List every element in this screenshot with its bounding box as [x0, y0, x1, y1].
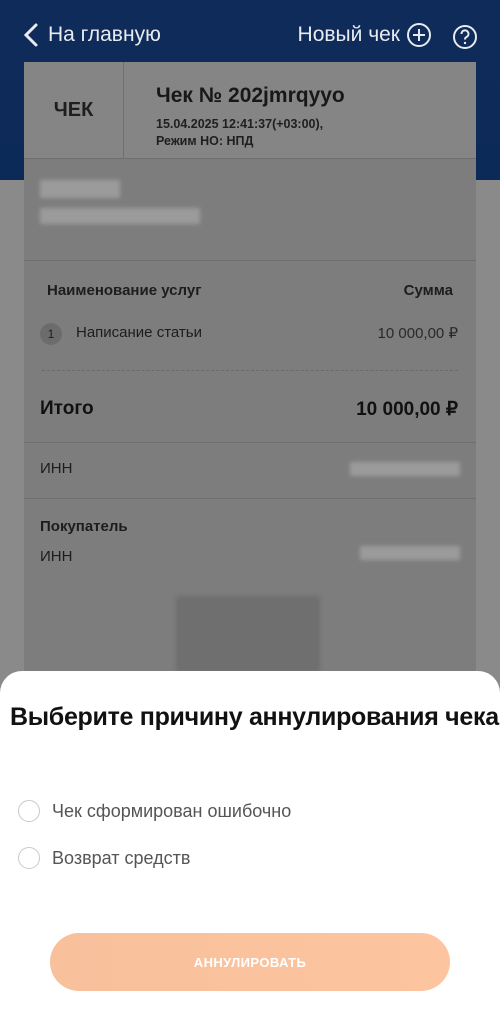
- item-name: Написание статьи: [76, 324, 202, 341]
- back-button[interactable]: На главную: [22, 22, 161, 48]
- seller-name-redacted: [40, 180, 120, 198]
- receipt-card: ЧЕК Чек № 202jmrqyyo 15.04.2025 12:41:37…: [24, 62, 476, 722]
- qr-code-redacted: [176, 596, 320, 672]
- receipt-header: ЧЕК Чек № 202jmrqyyo 15.04.2025 12:41:37…: [24, 62, 476, 159]
- seller-address-redacted: [40, 208, 200, 224]
- divider: [24, 442, 476, 443]
- item-sum: 10 000,00 ₽: [377, 325, 458, 342]
- sum-header: Сумма: [403, 282, 453, 299]
- plus-circle-icon: [406, 22, 432, 48]
- help-icon[interactable]: [452, 24, 478, 50]
- total-value: 10 000,00 ₽: [356, 399, 458, 420]
- buyer-inn-label: ИНН: [40, 548, 73, 565]
- sheet-title: Выберите причину аннулирования чека: [10, 703, 499, 731]
- receipt-tag: ЧЕК: [24, 62, 124, 158]
- services-header: Наименование услуг: [47, 282, 202, 299]
- back-label: На главную: [48, 23, 161, 46]
- buyer-label: Покупатель: [40, 518, 128, 535]
- buyer-inn-redacted: [360, 546, 460, 560]
- new-check-label: Новый чек: [297, 23, 400, 46]
- dashed-divider: [42, 370, 458, 371]
- receipt-datetime: 15.04.2025 12:41:37(+03:00),: [156, 117, 324, 131]
- chevron-left-icon: [23, 23, 38, 47]
- divider: [24, 498, 476, 499]
- cancel-check-button[interactable]: АННУЛИРОВАТЬ: [50, 933, 450, 991]
- button-label: АННУЛИРОВАТЬ: [193, 954, 307, 970]
- new-check-button[interactable]: Новый чек: [298, 22, 432, 48]
- seller-inn-redacted: [350, 462, 460, 476]
- receipt-meta: 15.04.2025 12:41:37(+03:00), Режим НО: Н…: [156, 116, 323, 150]
- receipt-number: Чек № 202jmrqyyo: [156, 84, 345, 107]
- cancel-reason-sheet: Выберите причину аннулирования чека Чек …: [0, 671, 500, 1013]
- divider: [24, 260, 476, 261]
- option-error[interactable]: Чек сформирован ошибочно: [18, 800, 291, 822]
- option-refund[interactable]: Возврат средств: [18, 847, 190, 869]
- item-number-badge: 1: [40, 323, 62, 345]
- receipt-mode: Режим НО: НПД: [156, 134, 254, 148]
- seller-inn-label: ИНН: [40, 460, 73, 477]
- option-label: Возврат средств: [52, 847, 191, 868]
- option-label: Чек сформирован ошибочно: [52, 800, 292, 821]
- radio-unchecked-icon[interactable]: [18, 847, 40, 869]
- radio-unchecked-icon[interactable]: [18, 800, 40, 822]
- total-label: Итого: [40, 398, 94, 419]
